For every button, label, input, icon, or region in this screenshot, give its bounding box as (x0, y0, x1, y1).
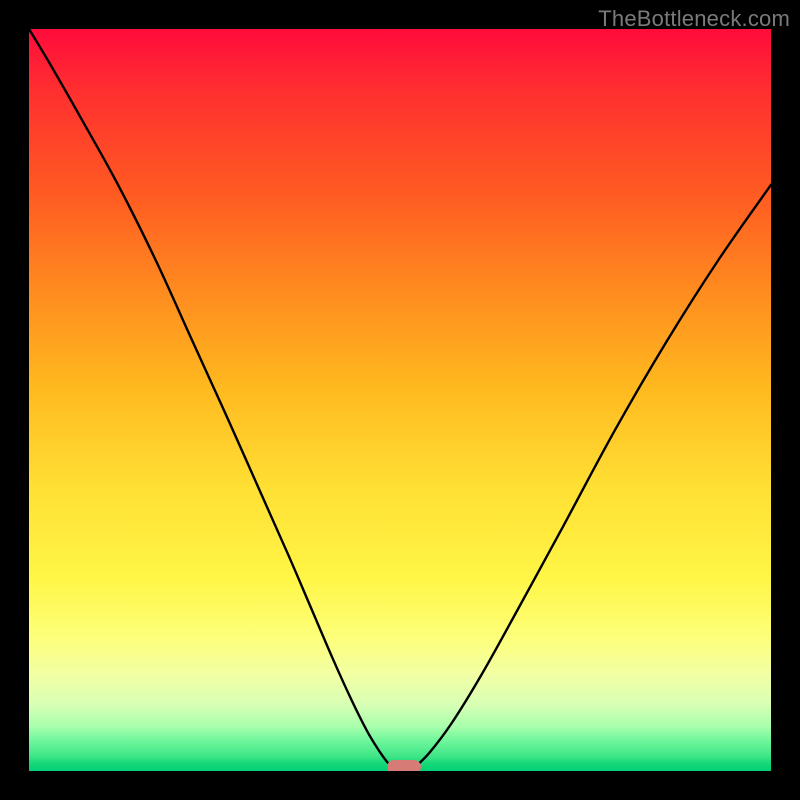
plot-area (29, 29, 771, 771)
watermark-text: TheBottleneck.com (598, 6, 790, 32)
bottleneck-curve (29, 29, 771, 771)
minimum-marker (387, 760, 421, 771)
chart-frame: { "watermark": "TheBottleneck.com", "col… (0, 0, 800, 800)
